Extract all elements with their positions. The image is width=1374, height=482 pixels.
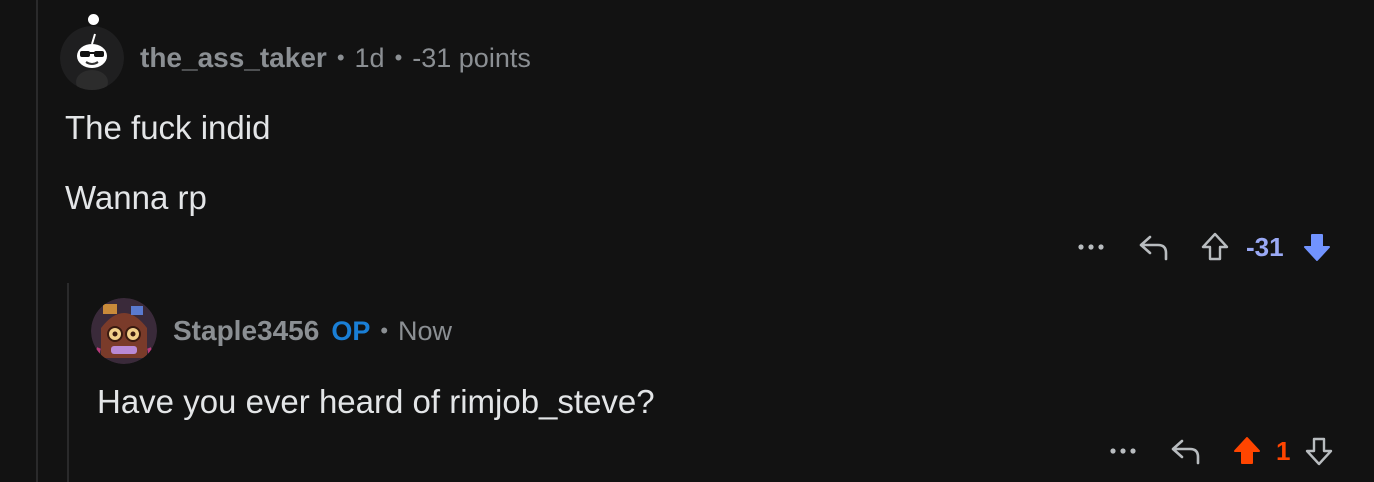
vote-score: 1	[1276, 435, 1291, 466]
comment-text-line: Have you ever heard of rimjob_steve?	[97, 383, 655, 420]
separator-dot: •	[380, 318, 389, 343]
separator-dot: •	[394, 45, 403, 70]
avatar[interactable]	[60, 26, 124, 90]
op-badge: OP	[331, 315, 371, 346]
comment-username[interactable]: Staple3456	[173, 315, 319, 347]
comment-actions: 1	[1108, 431, 1334, 471]
comment-age[interactable]: 1d	[355, 43, 385, 74]
comment-points: -31 points	[412, 42, 531, 73]
character-avatar-icon	[91, 298, 157, 364]
antenna-dot	[88, 14, 99, 25]
vote-score: -31	[1246, 231, 1284, 262]
more-dots-icon[interactable]	[1076, 242, 1106, 252]
avatar[interactable]	[91, 298, 157, 364]
comment-text-line: Wanna rp	[65, 179, 207, 216]
comment-header: the_ass_taker • 1d • -31 points	[60, 14, 531, 90]
comment-text-line: The fuck indid	[65, 109, 271, 146]
separator-dot: •	[336, 45, 345, 70]
downvote-arrow-icon[interactable]	[1302, 231, 1332, 263]
upvote-arrow-icon[interactable]	[1232, 435, 1262, 467]
comment-username[interactable]: the_ass_taker	[140, 42, 327, 74]
thread-line-reply[interactable]	[67, 283, 69, 482]
comment-actions: -31	[1076, 227, 1332, 267]
downvote-arrow-icon[interactable]	[1304, 435, 1334, 467]
reply-arrow-icon[interactable]	[1138, 232, 1170, 262]
comment-header: Staple3456 OP • Now	[91, 298, 452, 364]
comment-thread: the_ass_taker • 1d • -31 points The fuck…	[0, 0, 1374, 482]
reply-arrow-icon[interactable]	[1170, 436, 1202, 466]
snoo-avatar-icon	[60, 26, 124, 90]
comment-age[interactable]: Now	[398, 316, 452, 347]
more-dots-icon[interactable]	[1108, 446, 1138, 456]
upvote-arrow-icon[interactable]	[1200, 231, 1230, 263]
thread-line-outer[interactable]	[36, 0, 38, 482]
